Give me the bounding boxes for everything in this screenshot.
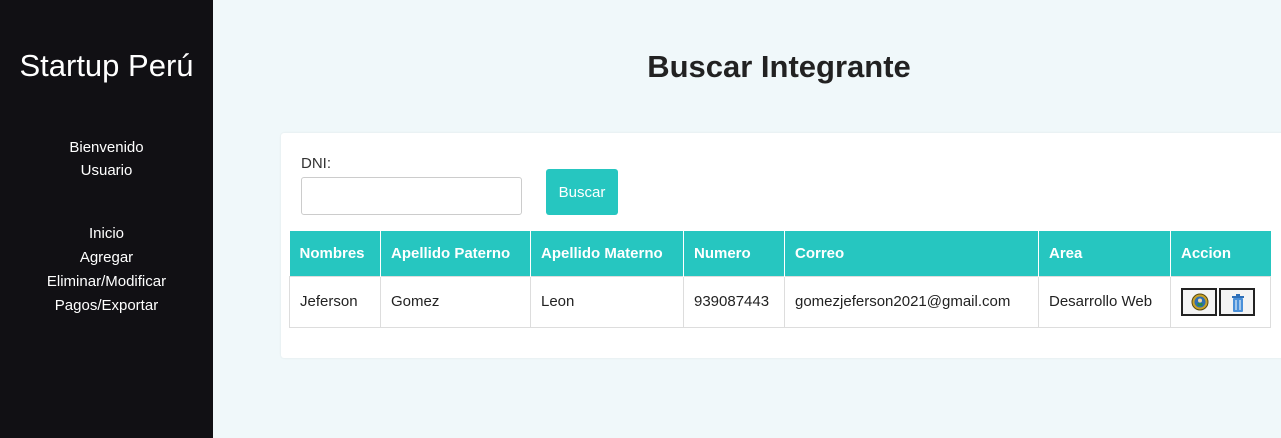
page-title: Buscar Integrante [647, 49, 911, 84]
cell-nombres: Jeferson [289, 275, 381, 328]
delete-button[interactable] [1219, 287, 1255, 316]
sidebar: Startup Perú Bienvenido Usuario Inicio A… [0, 0, 213, 438]
cell-correo: gomezjeferson2021@gmail.com [784, 275, 1039, 328]
edit-button[interactable] [1181, 287, 1217, 316]
header-numero: Numero [683, 231, 785, 276]
table-row: Jeferson Gomez Leon 939087443 gomezjefer… [289, 275, 1271, 328]
delete-icon [1232, 293, 1244, 312]
header-apellido-paterno: Apellido Paterno [380, 231, 531, 276]
edit-icon [1191, 293, 1209, 310]
cell-area: Desarrollo Web [1038, 275, 1171, 328]
header-correo: Correo [784, 231, 1039, 276]
cell-apellido-paterno: Gomez [380, 275, 531, 328]
members-table: Nombres Apellido Paterno Apellido Matern… [289, 231, 1271, 328]
header-nombres: Nombres [289, 231, 381, 276]
header-accion: Accion [1170, 231, 1271, 276]
cell-numero: 939087443 [683, 275, 785, 328]
welcome-message: Bienvenido Usuario [0, 136, 213, 182]
cell-accion [1170, 275, 1271, 328]
dni-input[interactable] [301, 177, 522, 215]
sidebar-nav: Inicio Agregar Eliminar/Modificar Pagos/… [0, 222, 213, 318]
welcome-line: Bienvenido [69, 139, 144, 156]
nav-link-eliminar-modificar[interactable]: Eliminar/Modificar [0, 270, 213, 294]
brand-title: Startup Perú [19, 48, 194, 83]
search-button[interactable]: Buscar [546, 169, 618, 215]
main-content: Buscar Integrante DNI: Buscar Nombres Ap… [213, 0, 1281, 438]
cell-apellido-materno: Leon [530, 275, 684, 328]
table-header-row: Nombres Apellido Paterno Apellido Matern… [289, 231, 1271, 276]
nav-link-inicio[interactable]: Inicio [0, 222, 213, 246]
header-apellido-materno: Apellido Materno [530, 231, 684, 276]
header-area: Area [1038, 231, 1171, 276]
nav-link-agregar[interactable]: Agregar [0, 246, 213, 270]
dni-label: DNI: [301, 155, 331, 172]
nav-link-pagos-exportar[interactable]: Pagos/Exportar [0, 294, 213, 318]
user-name: Usuario [80, 162, 133, 179]
search-card: DNI: Buscar Nombres Apellido Paterno Ape… [281, 133, 1281, 358]
